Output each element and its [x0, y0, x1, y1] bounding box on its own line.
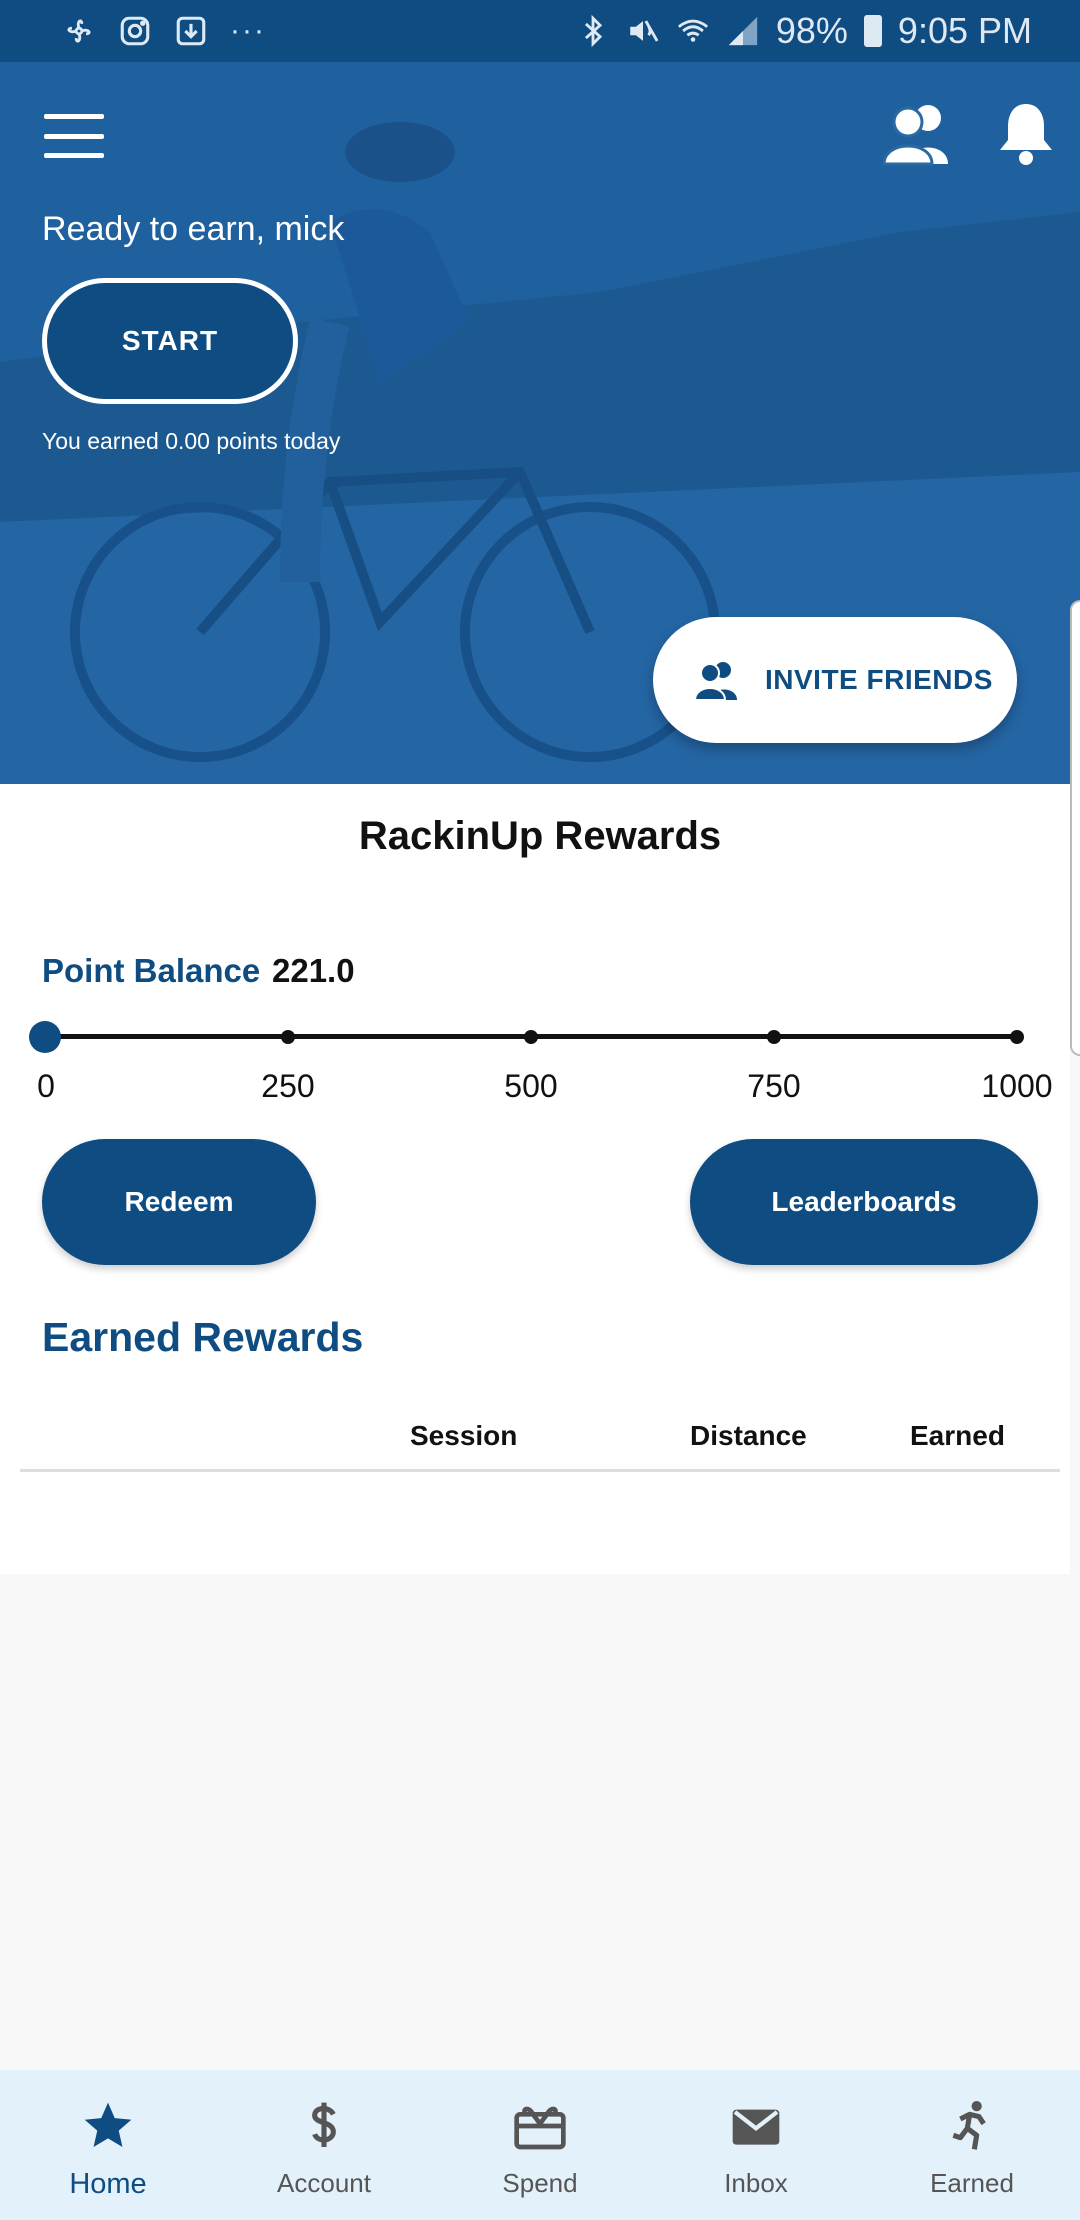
earned-today-text: You earned 0.00 points today: [42, 428, 341, 454]
point-balance-label: Point Balance: [42, 952, 261, 989]
instagram-icon: [120, 16, 150, 46]
star-icon: [84, 2102, 132, 2147]
rewards-title: RackinUp Rewards: [358, 814, 722, 858]
scroll-edge-handle[interactable]: [1070, 600, 1080, 1056]
scale-tick-dot: [281, 1030, 295, 1044]
nav-label: Earned: [930, 2168, 1014, 2198]
scale-tick-dot: [767, 1030, 781, 1044]
column-header-distance[interactable]: Distance: [690, 1420, 807, 1452]
invite-friends-button[interactable]: INVITE FRIENDS: [653, 617, 1017, 743]
column-header-session[interactable]: Session: [410, 1420, 517, 1452]
progress-thumb[interactable]: [29, 1021, 61, 1053]
earned-rewards-table-header: Session Distance Earned: [20, 1420, 1060, 1472]
column-header-earned[interactable]: Earned: [910, 1420, 1005, 1452]
greeting-text: Ready to earn, mick: [42, 210, 345, 248]
status-right: 98% 9:05 PM: [576, 10, 1032, 52]
nav-label: Account: [277, 2168, 371, 2198]
dollar-icon: [312, 2102, 336, 2147]
nav-item-home[interactable]: Home: [0, 2070, 216, 2220]
point-balance-value: 221.0: [272, 952, 355, 989]
hamburger-menu-icon[interactable]: [44, 114, 104, 158]
nav-item-inbox[interactable]: Inbox: [648, 2070, 864, 2220]
nav-label: Home: [69, 2168, 147, 2200]
runner-icon: [952, 2101, 986, 2150]
battery-percent: 98%: [775, 10, 848, 51]
friends-icon: [693, 662, 737, 700]
earned-rewards-title: Earned Rewards: [42, 1314, 364, 1360]
mute-icon: [630, 20, 659, 42]
start-button[interactable]: START: [42, 278, 298, 404]
nav-item-earned[interactable]: Earned: [864, 2070, 1080, 2220]
nav-item-account[interactable]: Account: [216, 2070, 432, 2220]
mail-icon: [732, 2109, 780, 2145]
status-bar: ··· 98% 9:05 PM: [0, 0, 1080, 62]
scale-tick-label: 250: [261, 1068, 315, 1104]
bluetooth-icon: [584, 14, 603, 48]
bottom-navigation: Home Account Spend Inbox Earned: [0, 2070, 1080, 2220]
scale-tick-label: 500: [504, 1068, 558, 1104]
gift-card-icon: [514, 2106, 566, 2150]
more-notifications: ···: [230, 14, 266, 47]
status-left: ···: [62, 14, 266, 48]
notifications-bell-icon[interactable]: [996, 100, 1056, 168]
points-progress-scale: 0 250 500 750 1000: [0, 1018, 1080, 1104]
nav-label: Inbox: [724, 2168, 788, 2198]
scale-tick-label: 750: [747, 1068, 801, 1104]
invite-friends-label: INVITE FRIENDS: [765, 664, 993, 695]
scale-tick-label: 0: [37, 1068, 55, 1104]
scale-tick-label: 1000: [981, 1068, 1053, 1104]
download-icon: [176, 16, 206, 46]
signal-icon: [728, 16, 758, 46]
fan-icon: [67, 19, 91, 43]
nav-item-spend[interactable]: Spend: [432, 2070, 648, 2220]
friends-icon[interactable]: [882, 102, 954, 166]
hero-banner: Ready to earn, mick START You earned 0.0…: [0, 62, 1080, 784]
clock: 9:05 PM: [897, 10, 1032, 51]
battery-icon: [863, 15, 882, 47]
scale-tick-dot: [1010, 1030, 1024, 1044]
redeem-button[interactable]: Redeem: [42, 1139, 316, 1265]
nav-label: Spend: [502, 2168, 578, 2198]
leaderboards-button[interactable]: Leaderboards: [690, 1139, 1038, 1265]
rewards-card: RackinUp Rewards Point Balance 221.0 0 2…: [0, 784, 1070, 1574]
scale-tick-dot: [524, 1030, 538, 1044]
wifi-icon: [677, 19, 708, 42]
